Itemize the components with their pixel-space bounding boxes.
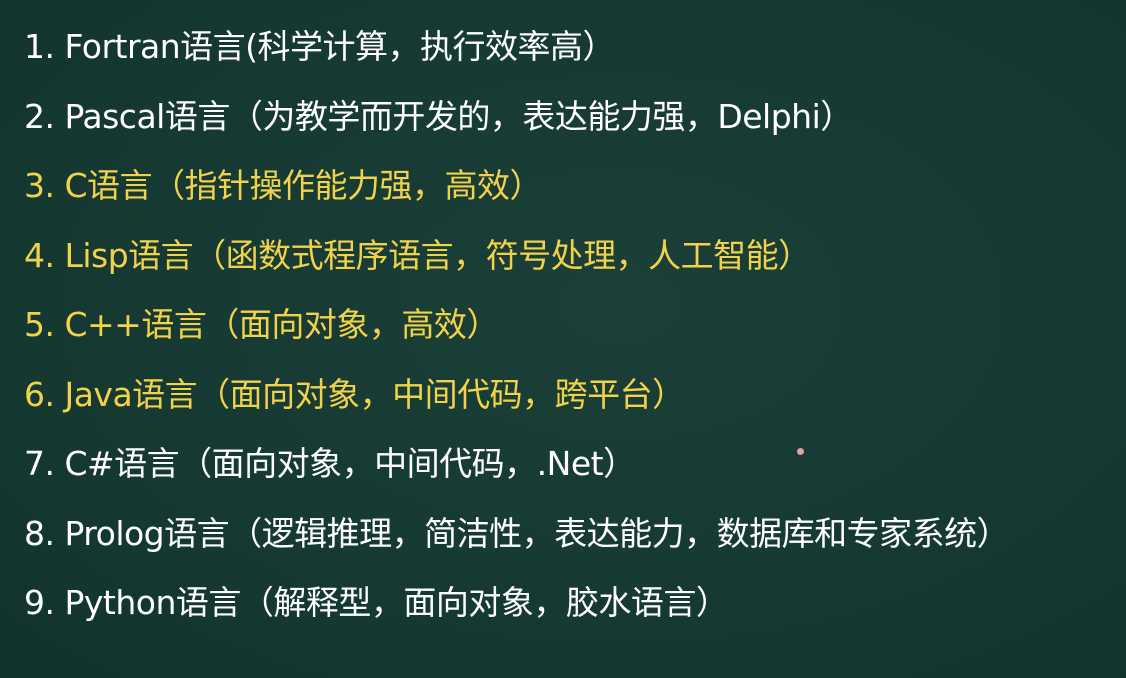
list-item-lisp: 4. Lisp语言（函数式程序语言，符号处理，人工智能） xyxy=(24,235,811,275)
list-item-c: 3. C语言（指针操作能力强，高效） xyxy=(24,166,543,205)
list-item-csharp: 7. C#语言（面向对象，中间代码，.Net） xyxy=(24,444,636,483)
list-item-java: 6. Java语言（面向对象，中间代码，跨平台） xyxy=(24,374,685,414)
pointer-dot-icon xyxy=(797,448,804,455)
list-item-pascal: 2. Pascal语言（为教学而开发的，表达能力强，Delphi） xyxy=(24,96,853,136)
list-item-python: 9. Python语言（解释型，面向对象，胶水语言） xyxy=(24,583,729,622)
list-item-fortran: 1. Fortran语言(科学计算，执行效率高） xyxy=(24,27,616,66)
list-item-prolog: 8. Prolog语言（逻辑推理，简洁性，表达能力，数据库和专家系统） xyxy=(24,513,1010,553)
list-item-cpp: 5. C++语言（面向对象，高效） xyxy=(24,305,499,344)
slide-background: 1. Fortran语言(科学计算，执行效率高） 2. Pascal语言（为教学… xyxy=(0,0,1126,678)
language-list: 1. Fortran语言(科学计算，执行效率高） 2. Pascal语言（为教学… xyxy=(24,22,1122,648)
